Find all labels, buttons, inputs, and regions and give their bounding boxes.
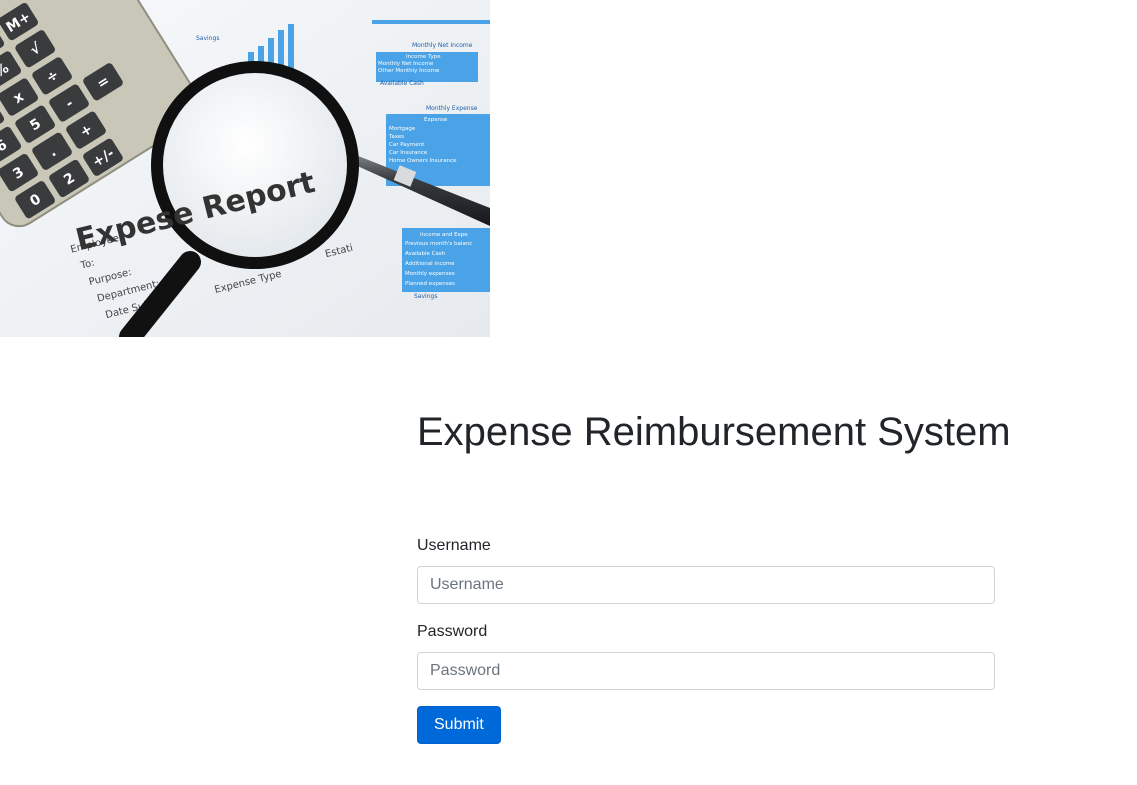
username-input[interactable] <box>417 566 995 604</box>
sheet-label: Income and Expe <box>420 232 468 238</box>
sheet-label: Previous month's balanc <box>405 241 472 247</box>
sheet-label: Income Type <box>406 54 441 60</box>
username-label: Username <box>417 537 491 554</box>
sheet-label: Planned expenses <box>405 281 455 287</box>
sheet-label: Savings <box>414 293 437 300</box>
sheet-label: Monthly Expense <box>426 105 478 112</box>
page-title: Expense Reimbursement System <box>417 410 1011 454</box>
sheet-label: Additional income <box>405 261 455 267</box>
password-label: Password <box>417 623 488 640</box>
password-input[interactable] <box>417 652 995 690</box>
password-form-group: Password <box>417 620 995 690</box>
sheet-label: Monthly Net Income <box>378 61 434 67</box>
expense-report-hero-image: Savings Monthly Net Income Available Cas… <box>0 0 490 337</box>
username-form-group: Username <box>417 534 995 604</box>
sheet-label: Home Owners Insurance <box>389 158 457 164</box>
sheet-label: Car Insurance <box>389 150 428 156</box>
sheet-label: Other Monthly Income <box>378 68 440 74</box>
submit-button[interactable]: Submit <box>417 706 501 744</box>
sheet-label: Available Cash <box>380 80 424 87</box>
sheet-label: Monthly expenses <box>405 271 455 277</box>
sheet-label: Monthly Net Income <box>412 42 473 49</box>
sheet-label: Savings <box>196 35 219 42</box>
sheet-label: Expense <box>424 117 448 123</box>
sheet-label: Available Cash <box>405 251 446 257</box>
sheet-label: Mortgage <box>389 126 416 132</box>
sheet-label: Taxes <box>388 134 404 140</box>
sheet-label: Car Payment <box>389 142 425 148</box>
